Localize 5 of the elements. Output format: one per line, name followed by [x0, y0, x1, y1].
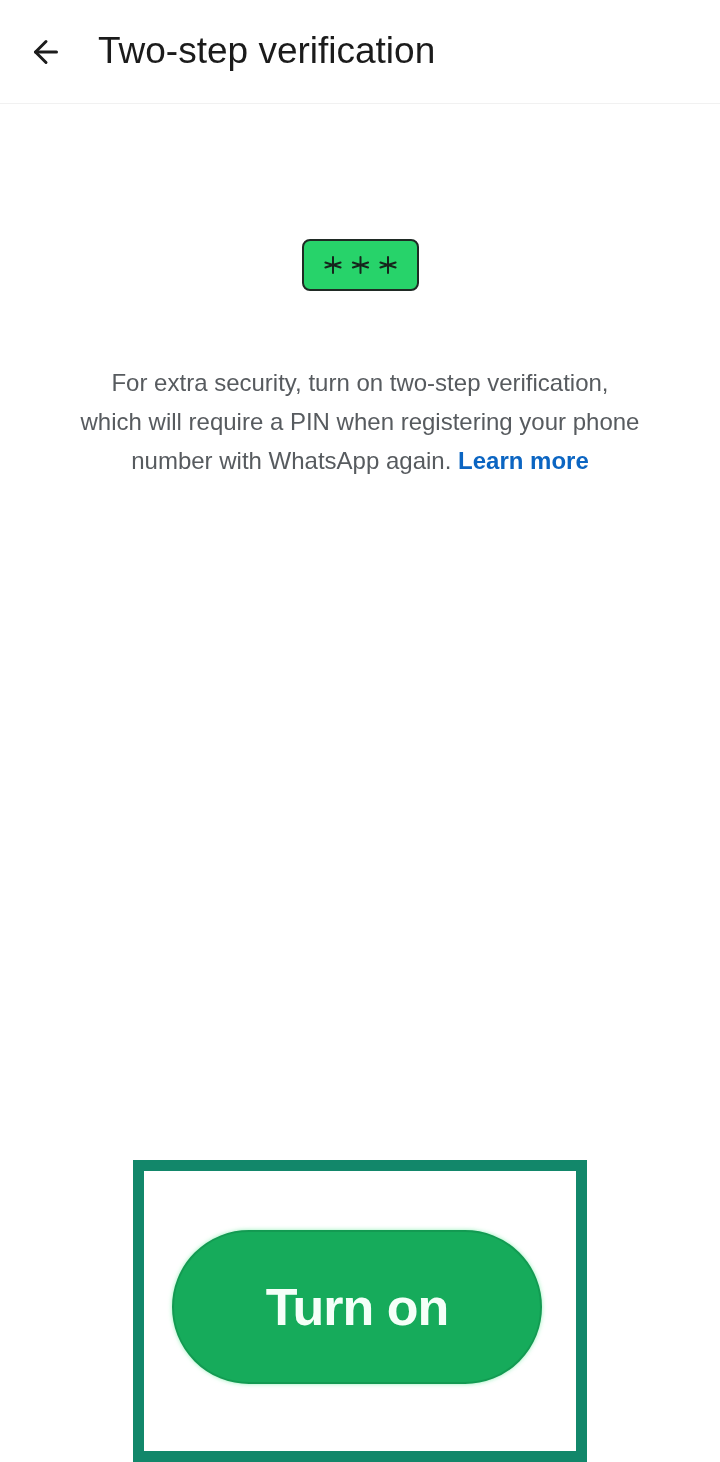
- password-field-icon: [301, 239, 419, 291]
- learn-more-link[interactable]: Learn more: [458, 447, 589, 474]
- description-text: For extra security, turn on two-step verification, which will require a PIN when registering your phone number with WhatsApp again. Learn more: [80, 368, 640, 476]
- page-title: Two-step verification: [98, 29, 436, 74]
- turn-on-button[interactable]: Turn on: [172, 1230, 542, 1384]
